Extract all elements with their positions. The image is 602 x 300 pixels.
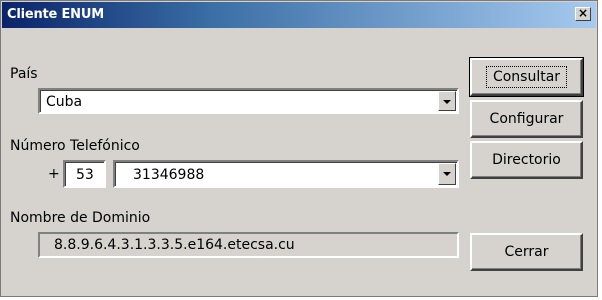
- phone-number-combo[interactable]: 31346988: [113, 160, 459, 188]
- close-icon: ×: [577, 6, 589, 20]
- close-button[interactable]: ×: [575, 7, 591, 21]
- domain-value: 8.8.9.6.4.3.1.3.3.5.e164.etecsa.cu: [54, 237, 295, 253]
- title-bar[interactable]: Cliente ENUM ×: [2, 2, 596, 28]
- configurar-button[interactable]: Configurar: [470, 100, 583, 138]
- consultar-label: Consultar: [485, 66, 568, 88]
- directorio-button[interactable]: Directorio: [470, 141, 583, 179]
- plus-sign: +: [48, 166, 60, 182]
- domain-label: Nombre de Dominio: [10, 210, 151, 226]
- directorio-label: Directorio: [492, 152, 561, 168]
- window-title: Cliente ENUM: [7, 7, 104, 22]
- chevron-down-icon[interactable]: [438, 91, 456, 111]
- phone-number-value: 31346988: [133, 167, 205, 183]
- country-select-value: Cuba: [46, 94, 83, 110]
- cerrar-label: Cerrar: [504, 244, 549, 260]
- phone-label: Número Telefónico: [10, 138, 140, 154]
- chevron-down-icon[interactable]: [438, 163, 456, 185]
- consultar-button[interactable]: Consultar: [469, 57, 584, 97]
- enum-client-window: Cliente ENUM × País Cuba Número Telefóni…: [0, 0, 598, 297]
- configurar-label: Configurar: [489, 111, 564, 127]
- country-select[interactable]: Cuba: [38, 88, 459, 114]
- country-code-value: 53: [76, 167, 94, 183]
- cerrar-button[interactable]: Cerrar: [470, 233, 583, 271]
- domain-output: 8.8.9.6.4.3.1.3.3.5.e164.etecsa.cu: [38, 232, 459, 258]
- country-code-field[interactable]: 53: [63, 160, 106, 188]
- country-label: País: [10, 66, 38, 82]
